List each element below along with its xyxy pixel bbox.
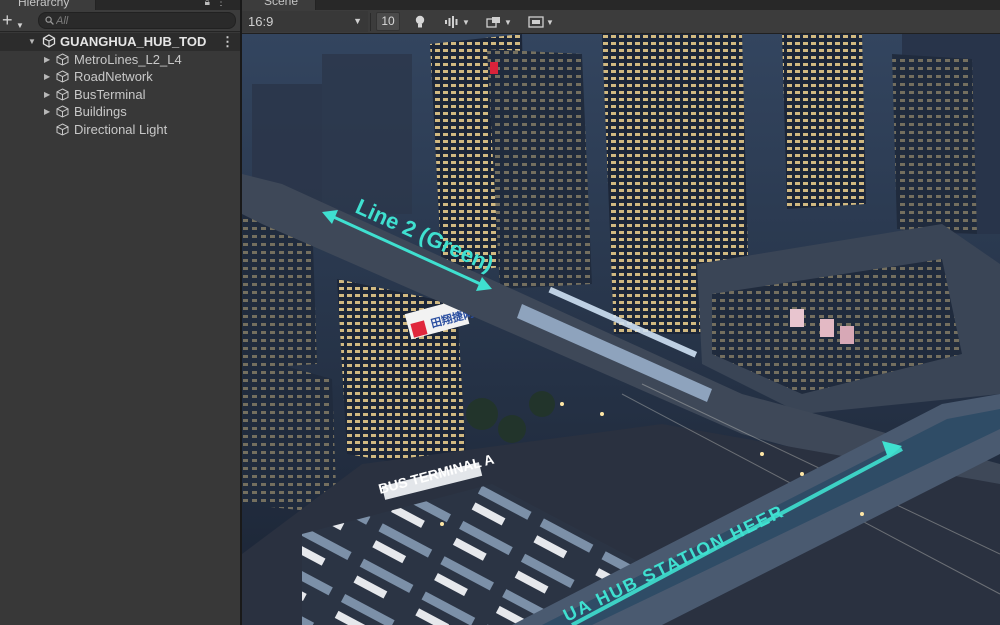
hierarchy-item-label: BusTerminal	[74, 86, 146, 102]
hierarchy-toolbar: + ▼	[0, 10, 240, 32]
chevron-down-icon: ▼	[546, 18, 554, 27]
lock-icon[interactable]: 🔒︎	[205, 0, 216, 8]
hierarchy-panel: Hierarchy 🔒︎⋮ + ▼ ▼ GUANGHUA_HUB_TOD ⋮	[0, 0, 240, 625]
chevron-down-icon: ▼	[504, 18, 512, 27]
lighting-toggle-button[interactable]	[414, 12, 426, 31]
hierarchy-item-label: RoadNetwork	[74, 69, 153, 84]
aspect-ratio-dropdown[interactable]: 16:9 ▼	[242, 11, 368, 32]
scene-panel: Scene 16:9 ▼ 10 ▼ ▼ ▼ 田翔捷网 BUS TERMINAL …	[242, 0, 1000, 625]
audio-toggle-icon	[445, 15, 458, 28]
hierarchy-root-scene[interactable]: ▼ GUANGHUA_HUB_TOD ⋮	[0, 33, 240, 51]
chevron-right-icon[interactable]: ▶	[44, 86, 50, 103]
hierarchy-item[interactable]: Directional Light	[0, 121, 240, 139]
gizmos-toggle-button[interactable]: ▼	[528, 12, 554, 31]
panel-window-controls: 🔒︎⋮	[205, 0, 232, 8]
scene-viewport[interactable]: 田翔捷网 BUS TERMINAL A UA HUB STATION HEER …	[242, 34, 1000, 625]
scene-tabbar: Scene	[242, 0, 1000, 10]
tab-scene[interactable]: Scene	[242, 0, 316, 10]
chevron-down-icon: ▼	[462, 18, 470, 27]
hierarchy-item-label: Directional Light	[74, 121, 168, 137]
search-input[interactable]	[56, 13, 231, 28]
gameobject-cube-icon	[56, 105, 69, 118]
more-options-icon[interactable]: ⋮	[216, 0, 232, 8]
zoom-field[interactable]: 10	[376, 12, 400, 31]
chevron-right-icon[interactable]: ▶	[44, 103, 50, 120]
hierarchy-root-label: GUANGHUA_HUB_TOD	[60, 34, 207, 49]
hierarchy-item-label: Buildings	[74, 104, 127, 119]
chevron-down-icon: ▼	[353, 16, 362, 26]
aspect-ratio-value: 16:9	[248, 14, 274, 29]
chevron-down-icon[interactable]: ▼	[28, 33, 36, 50]
hierarchy-item[interactable]: ▶ BusTerminal	[0, 86, 240, 104]
lighting-bulb-icon	[415, 15, 425, 28]
unity-scene-icon	[42, 34, 56, 48]
more-options-icon[interactable]: ⋮	[221, 33, 234, 50]
scene-render: 田翔捷网 BUS TERMINAL A UA HUB STATION HEER …	[242, 34, 1000, 625]
hierarchy-item[interactable]: ▶ RoadNetwork	[0, 68, 240, 86]
gizmos-toggle-icon	[528, 16, 544, 28]
effects-toggle-icon	[486, 16, 500, 28]
plus-icon: +	[2, 10, 13, 30]
hierarchy-search	[38, 12, 236, 29]
gameobject-cube-icon	[56, 52, 69, 66]
hierarchy-item-label: MetroLines_L2_L4	[74, 51, 182, 67]
hierarchy-tree: ▼ GUANGHUA_HUB_TOD ⋮ ▶ MetroLines_L2_L4 …	[0, 33, 240, 138]
effects-toggle-button[interactable]: ▼	[486, 12, 512, 31]
toolbar-divider	[370, 13, 371, 31]
chevron-right-icon[interactable]: ▶	[44, 68, 50, 85]
tab-hierarchy[interactable]: Hierarchy	[0, 0, 96, 10]
chevron-right-icon[interactable]: ▶	[44, 51, 50, 68]
search-icon	[45, 16, 54, 25]
hierarchy-item[interactable]: ▶ MetroLines_L2_L4	[0, 51, 240, 69]
gameobject-cube-icon	[56, 122, 69, 136]
gameobject-cube-icon	[56, 87, 69, 101]
hierarchy-tabbar: Hierarchy 🔒︎⋮	[0, 0, 240, 10]
gameobject-cube-icon	[56, 70, 69, 83]
audio-toggle-button[interactable]: ▼	[444, 12, 470, 31]
hierarchy-item[interactable]: ▶ Buildings	[0, 103, 240, 121]
scene-toolbar: 16:9 ▼ 10 ▼ ▼ ▼	[242, 10, 1000, 34]
create-add-button[interactable]: + ▼	[2, 11, 32, 31]
